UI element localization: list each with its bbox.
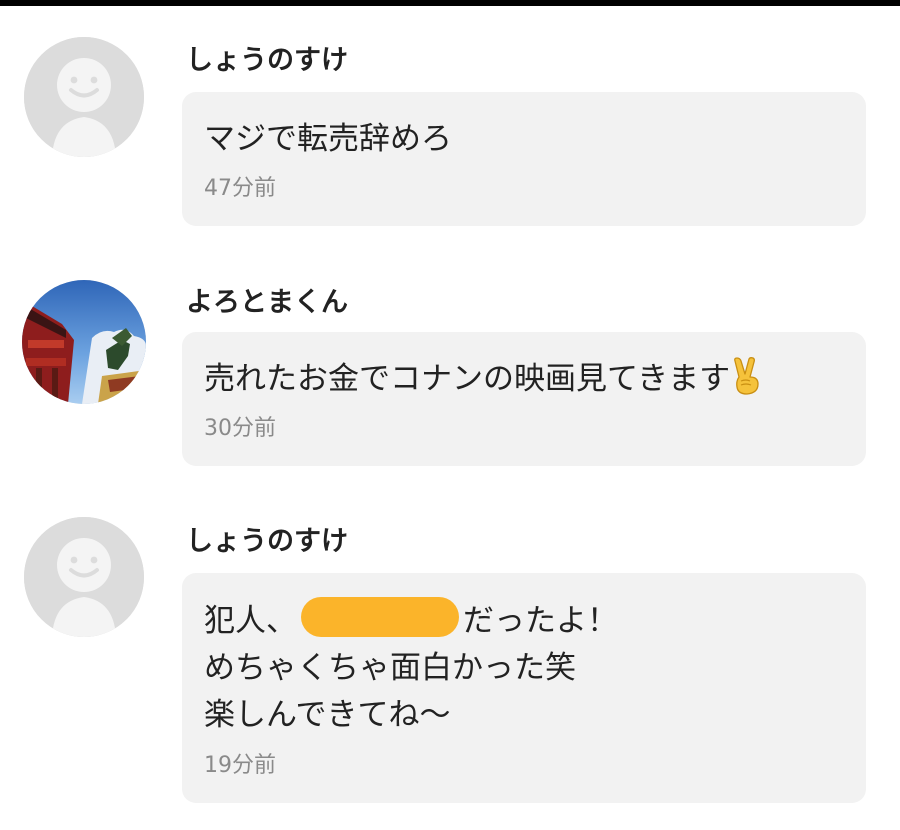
avatar[interactable]	[24, 37, 144, 157]
comment-text: 売れたお金でコナンの映画見てきます	[204, 356, 842, 409]
default-user-icon	[24, 517, 144, 637]
victory-hand-emoji	[732, 357, 762, 409]
comment-bubble: マジで転売辞めろ 47分前	[182, 92, 866, 226]
username[interactable]: しょうのすけ	[186, 528, 348, 555]
comment-bubble: 犯人、 だったよ！ めちゃくちゃ面白かった笑 楽しんできてね〜 19分前	[182, 573, 866, 803]
comment-line: 楽しんできてね〜	[204, 697, 451, 733]
default-user-icon	[24, 37, 144, 157]
comment-line-prefix: 犯人、	[204, 603, 297, 639]
comment-line: めちゃくちゃ面白かった笑	[204, 650, 576, 686]
comment-timestamp: 19分前	[204, 753, 276, 778]
avatar[interactable]	[22, 280, 146, 404]
comment-text: 犯人、 だったよ！ めちゃくちゃ面白かった笑 楽しんできてね〜	[204, 597, 842, 739]
comment-text-body: 売れたお金でコナンの映画見てきます	[204, 361, 731, 397]
comment-timestamp: 47分前	[204, 176, 276, 201]
comment-timestamp: 30分前	[204, 416, 276, 441]
top-edge-bar	[0, 0, 900, 6]
username[interactable]: しょうのすけ	[186, 47, 348, 74]
comment-text: マジで転売辞めろ	[204, 121, 452, 157]
user-photo-avatar	[22, 280, 146, 404]
username[interactable]: よろとまくん	[186, 289, 348, 316]
redaction-mark	[301, 597, 459, 637]
avatar[interactable]	[24, 517, 144, 637]
comment-line: 犯人、 だったよ！	[204, 597, 842, 645]
comment-bubble: 売れたお金でコナンの映画見てきます 30分前	[182, 332, 866, 466]
comment-line-suffix: だったよ！	[463, 603, 618, 639]
